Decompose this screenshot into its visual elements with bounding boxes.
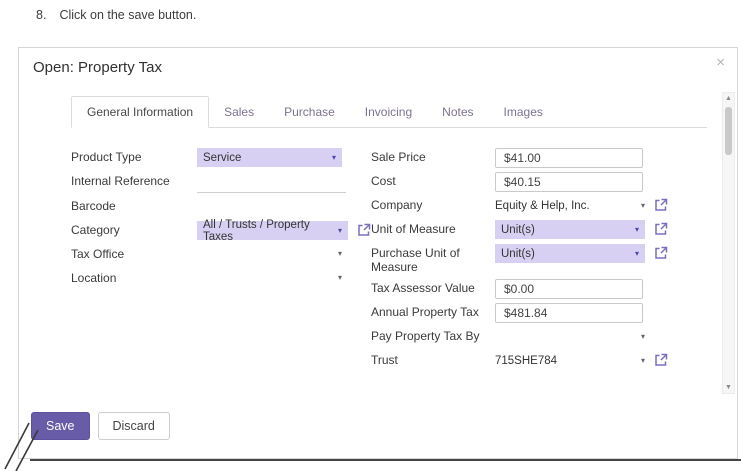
field-label: Pay Property Tax By <box>371 328 480 343</box>
close-icon[interactable]: × <box>716 54 725 71</box>
field-row-trust: Trust 715SHE784 ▾ <box>371 351 695 371</box>
property-tax-modal: Open: Property Tax × General Information… <box>18 47 738 459</box>
sale-price-input[interactable] <box>495 148 643 168</box>
field-label: Trust <box>371 352 398 367</box>
external-link-icon[interactable] <box>654 244 668 260</box>
field-row-purchase-unit-of-measure: Purchase Unit of Measure Unit(s) ▾ <box>371 244 695 275</box>
external-link-icon[interactable] <box>654 220 668 236</box>
external-link-icon[interactable] <box>357 221 371 237</box>
product-type-select[interactable]: Service ▾ <box>197 148 342 167</box>
purchase-unit-of-measure-value: Unit(s) <box>501 247 535 260</box>
unit-of-measure-select[interactable]: Unit(s) ▾ <box>495 220 645 239</box>
pay-property-tax-by-dropdown[interactable]: ▾ <box>495 327 645 347</box>
field-row-sale-price: Sale Price <box>371 148 695 168</box>
tab-general-information[interactable]: General Information <box>71 96 210 128</box>
field-row-product-type: Product Type Service ▾ <box>71 148 371 168</box>
chevron-down-icon: ▾ <box>640 201 645 210</box>
chevron-down-icon: ▾ <box>634 248 639 258</box>
vertical-scrollbar[interactable]: ▲ ▼ <box>722 92 735 394</box>
field-label: Company <box>371 198 423 212</box>
field-label: Product Type <box>71 150 142 164</box>
field-label: Tax Office <box>71 247 125 261</box>
form-left-column: Product Type Service ▾ Internal Referenc… <box>71 148 371 375</box>
tax-office-dropdown[interactable]: ▾ <box>197 245 342 263</box>
purchase-unit-of-measure-select[interactable]: Unit(s) ▾ <box>495 244 645 263</box>
company-dropdown[interactable]: Equity & Help, Inc. ▾ <box>495 196 645 216</box>
chevron-down-icon: ▾ <box>337 225 342 235</box>
discard-button[interactable]: Discard <box>97 412 170 440</box>
page-bottom-divider <box>30 459 741 461</box>
field-row-category: Category All / Trusts / Property Taxes ▾ <box>71 218 371 243</box>
category-select[interactable]: All / Trusts / Property Taxes ▾ <box>197 218 348 243</box>
field-row-annual-property-tax: Annual Property Tax <box>371 302 695 323</box>
scroll-down-icon[interactable]: ▼ <box>725 382 732 393</box>
field-label: Unit of Measure <box>371 222 456 236</box>
tab-purchase[interactable]: Purchase <box>269 97 350 127</box>
field-row-barcode: Barcode <box>71 197 371 217</box>
chevron-down-icon: ▾ <box>337 273 342 282</box>
cost-input[interactable] <box>495 172 643 192</box>
field-label: Annual Property Tax <box>371 304 479 319</box>
field-label: Cost <box>371 174 396 188</box>
tab-invoicing[interactable]: Invoicing <box>350 97 427 127</box>
chevron-down-icon: ▾ <box>331 152 336 162</box>
chevron-down-icon: ▾ <box>337 249 342 258</box>
field-row-tax-assessor-value: Tax Assessor Value <box>371 278 695 299</box>
tab-bar: General Information Sales Purchase Invoi… <box>71 96 707 128</box>
tab-sales[interactable]: Sales <box>209 97 269 127</box>
field-row-location: Location ▾ <box>71 269 371 289</box>
modal-title: Open: Property Tax <box>33 59 162 76</box>
step-text: Click on the save button. <box>59 8 197 22</box>
general-information-form: Product Type Service ▾ Internal Referenc… <box>71 148 695 375</box>
scrollbar-thumb[interactable] <box>725 107 732 155</box>
tab-notes[interactable]: Notes <box>427 97 488 127</box>
chevron-down-icon: ▾ <box>640 331 645 341</box>
field-label: Tax Assessor Value <box>371 280 475 295</box>
field-row-cost: Cost <box>371 172 695 192</box>
company-value: Equity & Help, Inc. <box>495 200 590 212</box>
step-number: 8. <box>36 8 47 22</box>
trust-dropdown[interactable]: 715SHE784 ▾ <box>495 351 645 371</box>
tab-images[interactable]: Images <box>489 97 558 127</box>
field-label: Purchase Unit of Measure <box>371 246 460 274</box>
field-label: Sale Price <box>371 150 426 164</box>
modal-footer: Save Discard <box>31 412 170 440</box>
field-label: Location <box>71 271 117 285</box>
field-row-internal-reference: Internal Reference <box>71 172 371 193</box>
internal-reference-input[interactable] <box>197 172 346 193</box>
instruction-step: 8. Click on the save button. <box>36 8 196 22</box>
product-type-value: Service <box>203 151 242 164</box>
unit-of-measure-value: Unit(s) <box>501 223 535 236</box>
form-right-column: Sale Price Cost Company Equity & Help, I… <box>371 148 695 375</box>
field-label: Barcode <box>71 199 116 213</box>
barcode-input[interactable] <box>197 197 342 215</box>
field-row-pay-property-tax-by: Pay Property Tax By ▾ <box>371 327 695 347</box>
field-row-tax-office: Tax Office ▾ <box>71 245 371 265</box>
external-link-icon[interactable] <box>654 196 668 212</box>
category-value: All / Trusts / Property Taxes <box>203 218 310 243</box>
field-label: Internal Reference <box>71 174 170 188</box>
field-label: Category <box>71 223 120 237</box>
drawn-arrow-annotation <box>4 422 39 471</box>
chevron-down-icon: ▾ <box>634 224 639 234</box>
chevron-down-icon: ▾ <box>640 355 645 365</box>
tax-assessor-value-input[interactable] <box>495 278 643 299</box>
trust-value: 715SHE784 <box>495 354 558 367</box>
external-link-icon[interactable] <box>654 351 668 367</box>
field-row-company: Company Equity & Help, Inc. ▾ <box>371 196 695 216</box>
annual-property-tax-input[interactable] <box>495 302 643 323</box>
field-row-unit-of-measure: Unit of Measure Unit(s) ▾ <box>371 220 695 240</box>
scroll-up-icon[interactable]: ▲ <box>725 93 732 104</box>
location-dropdown[interactable]: ▾ <box>197 269 342 287</box>
